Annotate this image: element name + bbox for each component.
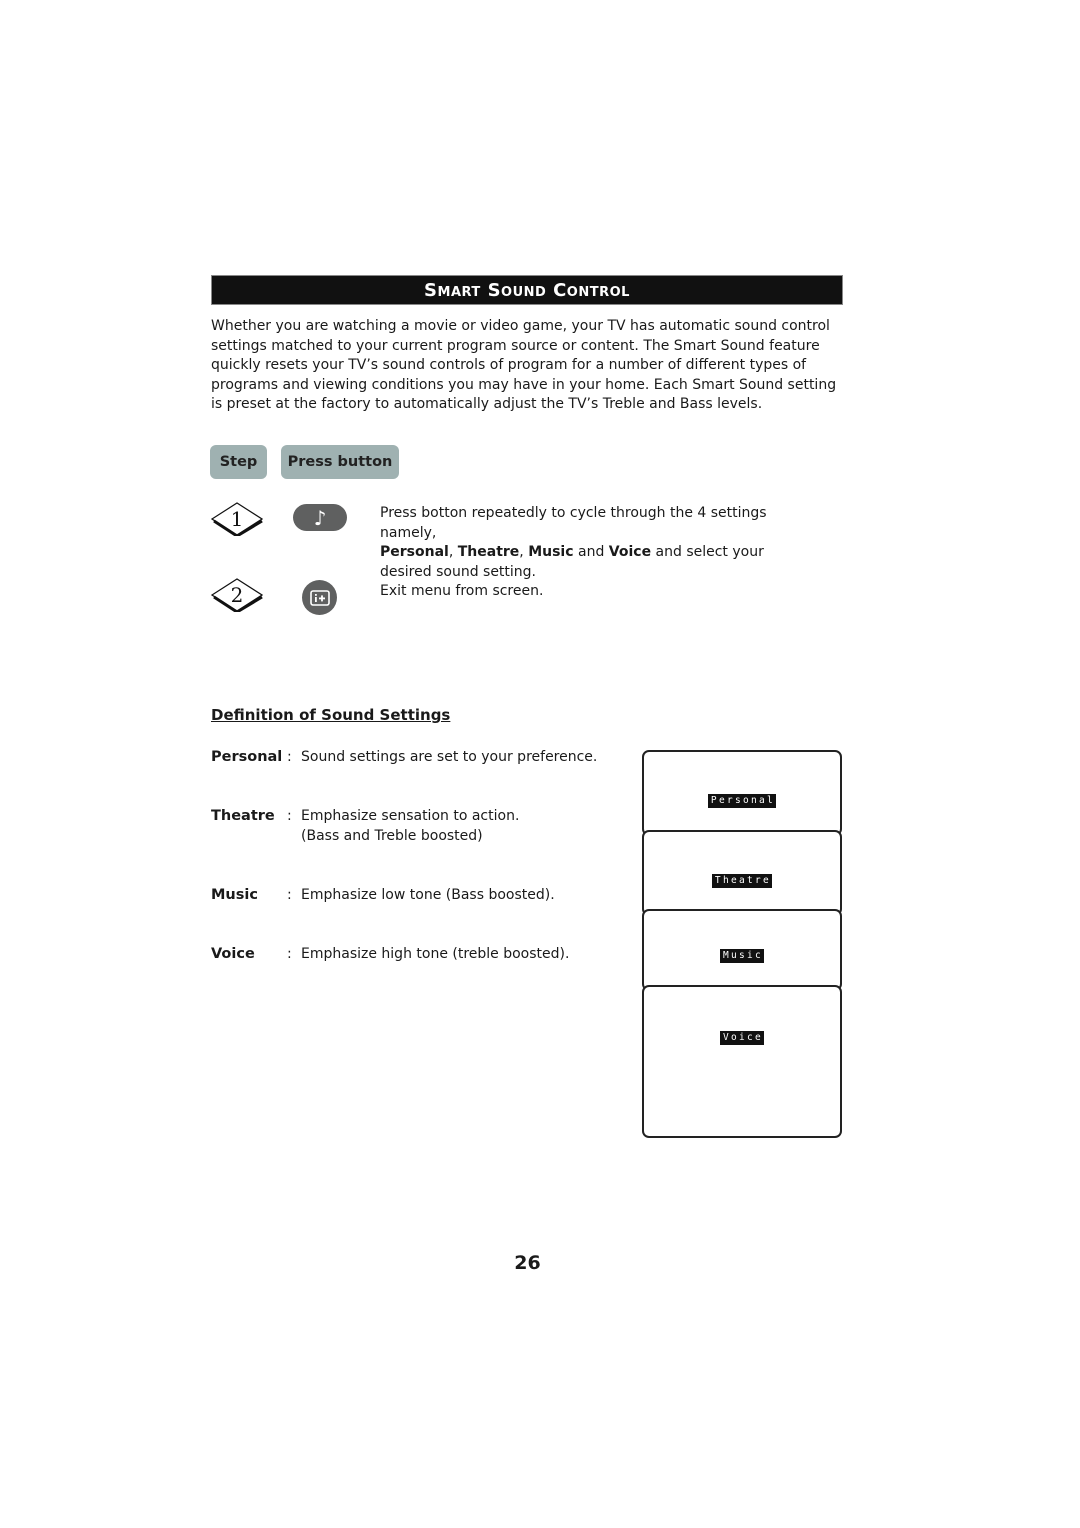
- section-title: Smart Sound Control: [424, 279, 630, 301]
- intro-paragraph: Whether you are watching a movie or vide…: [211, 318, 837, 413]
- definition-desc: Sound settings are set to your preferenc…: [301, 749, 598, 765]
- smart-sound-button: ♪: [293, 504, 347, 531]
- section-title-bar: Smart Sound Control: [211, 275, 843, 305]
- step-2-text: Exit menu from screen.: [380, 583, 544, 599]
- step-2-number: 2: [231, 583, 244, 607]
- page-number: 26: [514, 1252, 541, 1274]
- osd-label: Personal: [707, 794, 777, 808]
- definition-term: Theatre: [211, 808, 275, 824]
- tv-screens-illustration: Personal Theatre Music Voice: [642, 750, 844, 1138]
- setting-theatre: Theatre: [457, 544, 520, 561]
- definition-term: Personal: [211, 749, 283, 765]
- step-2-diamond-icon: 2: [211, 578, 263, 612]
- step-column-header: Step: [210, 445, 267, 479]
- tv-screen-voice: Voice: [642, 985, 842, 1138]
- step-1-number: 1: [231, 507, 244, 531]
- step-1-text: Press botton repeatedly to cycle through…: [380, 505, 767, 580]
- tv-screen-music: Music: [642, 909, 842, 991]
- tv-screen-personal: Personal: [642, 750, 842, 836]
- definition-row: Music : Emphasize low tone (Bass boosted…: [211, 886, 555, 906]
- definition-term: Music: [211, 887, 258, 903]
- definition-term: Voice: [211, 946, 255, 962]
- step-1-diamond-icon: 1: [211, 502, 263, 536]
- definition-desc: Emphasize sensation to action. (Bass and …: [301, 808, 520, 844]
- info-button: [302, 580, 337, 615]
- definition-row: Theatre : Emphasize sensation to action.…: [211, 807, 519, 846]
- setting-voice: Voice: [608, 544, 652, 561]
- setting-personal: Personal: [380, 544, 449, 561]
- osd-label: Music: [719, 949, 765, 963]
- definition-row: Voice : Emphasize high tone (treble boos…: [211, 945, 569, 965]
- definition-desc: Emphasize high tone (treble boosted).: [301, 946, 570, 962]
- setting-music: Music: [528, 544, 574, 561]
- osd-label: Theatre: [711, 874, 773, 888]
- tv-screen-theatre: Theatre: [642, 830, 842, 916]
- definition-row: Personal : Sound settings are set to you…: [211, 748, 597, 768]
- press-button-column-header: Press button: [281, 445, 399, 479]
- definitions-heading: Definition of Sound Settings: [211, 706, 451, 724]
- osd-label: Voice: [719, 1031, 765, 1045]
- info-plus-icon: [309, 589, 330, 606]
- definition-desc: Emphasize low tone (Bass boosted).: [301, 887, 555, 903]
- music-note-icon: ♪: [313, 505, 327, 530]
